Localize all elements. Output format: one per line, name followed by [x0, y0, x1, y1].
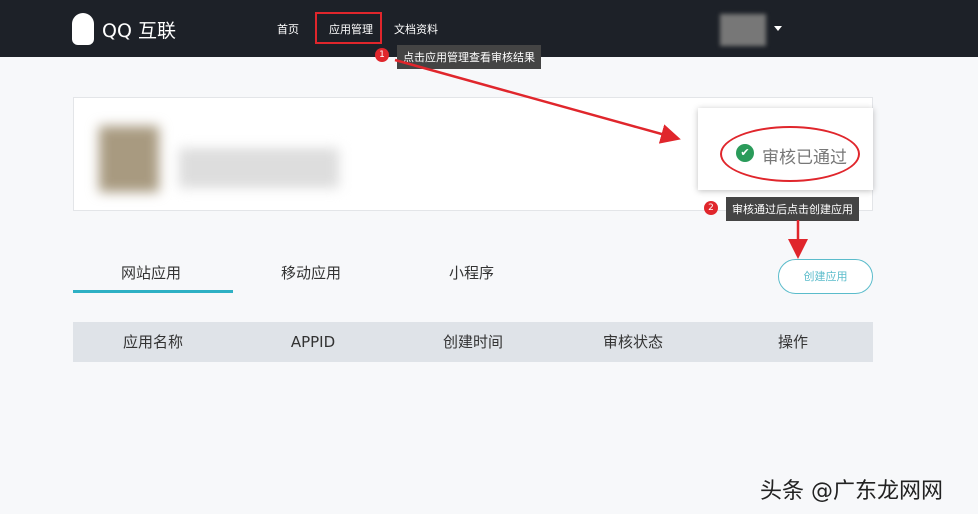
annotation-arrows — [394, 58, 808, 259]
header-app-name: 应用名称 — [122, 333, 183, 351]
tab-mini-programs[interactable]: 小程序 — [449, 262, 494, 283]
header-review-status: 审核状态 — [602, 333, 663, 351]
header-created: 创建时间 — [442, 333, 503, 351]
tab-website-apps[interactable]: 网站应用 — [121, 262, 181, 283]
table-header: 应用名称 APPID 创建时间 审核状态 操作 — [73, 322, 873, 362]
create-app-button[interactable]: 创建应用 — [778, 259, 873, 294]
active-tab-indicator — [73, 290, 233, 293]
header-actions: 操作 — [777, 333, 808, 351]
watermark: 头条 @广东龙网网 — [760, 479, 943, 504]
header-appid: APPID — [290, 333, 336, 351]
tab-mobile-apps[interactable]: 移动应用 — [281, 262, 341, 283]
